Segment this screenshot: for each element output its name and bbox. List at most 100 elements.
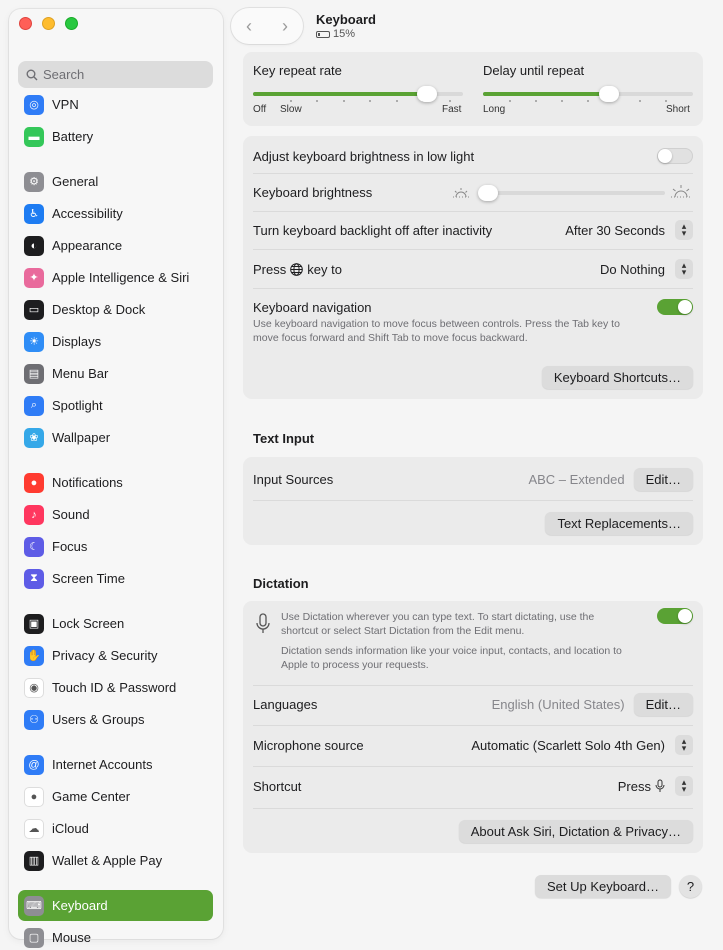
sidebar-item-general[interactable]: ⚙ General: [18, 166, 213, 197]
sidebar-item-touch-id-password[interactable]: ◉ Touch ID & Password: [18, 672, 213, 703]
key-repeat-knob[interactable]: [417, 86, 437, 102]
minimize-window-button[interactable]: [42, 17, 55, 30]
backlight-off-select[interactable]: After 30 Seconds ▴ ▾: [565, 220, 693, 240]
sidebar-item-label: VPN: [52, 97, 79, 112]
sidebar-item-label: Accessibility: [52, 206, 123, 221]
notifications-icon: ●: [24, 472, 44, 493]
delay-tick-long: Long: [483, 104, 506, 115]
help-button[interactable]: ?: [679, 875, 702, 898]
sidebar-item-mouse[interactable]: ▢ Mouse: [18, 922, 213, 950]
text-replacements-button[interactable]: Text Replacements…: [545, 512, 693, 535]
low-light-toggle[interactable]: [657, 148, 693, 164]
brightness-high-icon: [671, 185, 691, 198]
key-repeat-card: Key repeat rate Off Slow Fast Delay unti…: [243, 52, 703, 126]
sidebar-item-menu-bar[interactable]: ▤ Menu Bar: [18, 358, 213, 389]
about-dictation-privacy-button[interactable]: About Ask Siri, Dictation & Privacy…: [458, 820, 693, 843]
keyboard-brightness-slider[interactable]: [478, 185, 665, 201]
delay-repeat-slider[interactable]: [483, 86, 693, 102]
set-up-keyboard-button[interactable]: Set Up Keyboard…: [534, 875, 671, 898]
backlight-off-label: Turn keyboard backlight off after inacti…: [253, 222, 493, 238]
sidebar-item-label: Notifications: [52, 475, 123, 490]
search-placeholder: Search: [43, 67, 85, 82]
sidebar-item-label: iCloud: [52, 821, 89, 836]
back-arrow-icon[interactable]: ‹: [246, 16, 252, 37]
vpn-icon: ◎: [24, 94, 44, 115]
dictation-toggle[interactable]: [657, 608, 693, 624]
close-window-button[interactable]: [19, 17, 32, 30]
sidebar-item-appearance[interactable]: ◐ Appearance: [18, 230, 213, 261]
delay-tick-short: Short: [666, 104, 690, 115]
delay-repeat-knob[interactable]: [599, 86, 619, 102]
sidebar-item-label: Internet Accounts: [52, 757, 153, 772]
sidebar-item-desktop-dock[interactable]: ▭ Desktop & Dock: [18, 294, 213, 325]
forward-arrow-icon[interactable]: ›: [282, 16, 288, 37]
sidebar-item-label: Wallet & Apple Pay: [52, 853, 163, 868]
sidebar-item-accessibility[interactable]: ♿ Accessibility: [18, 198, 213, 229]
display-icon: ☀: [24, 331, 44, 352]
siri-icon: ✦: [24, 267, 44, 288]
microphone-icon: [256, 613, 270, 633]
sidebar-item-privacy-security[interactable]: ✋ Privacy & Security: [18, 640, 213, 671]
sidebar-item-vpn[interactable]: ◎ VPN: [18, 89, 213, 120]
sidebar-item-label: Game Center: [52, 789, 131, 804]
users-icon: ⚇: [24, 709, 44, 730]
microphone-source-select[interactable]: Automatic (Scarlett Solo 4th Gen) ▴ ▾: [471, 735, 693, 755]
sidebar-item-internet-accounts[interactable]: @ Internet Accounts: [18, 749, 213, 780]
sidebar-item-label: Lock Screen: [52, 616, 125, 631]
languages-label: Languages: [253, 696, 318, 712]
battery-icon: [316, 30, 330, 38]
microphone-source-value: Automatic (Scarlett Solo 4th Gen): [471, 737, 665, 753]
keyboard-brightness-knob[interactable]: [478, 185, 498, 201]
gear-icon: ⚙: [24, 171, 44, 192]
sidebar-item-label: Users & Groups: [52, 712, 145, 727]
appearance-icon: ◐: [24, 235, 44, 256]
sidebar-item-battery[interactable]: ▬ Battery: [18, 121, 213, 152]
sidebar-item-focus[interactable]: ☾ Focus: [18, 531, 213, 562]
languages-value: English (United States): [491, 696, 625, 712]
sidebar-item-notifications[interactable]: ● Notifications: [18, 467, 213, 498]
key-repeat-slider[interactable]: [253, 86, 463, 102]
sidebar-item-label: Mouse: [52, 930, 92, 945]
key-repeat-label: Key repeat rate: [253, 63, 342, 78]
keyboard-shortcuts-button[interactable]: Keyboard Shortcuts…: [541, 366, 693, 389]
sidebar-item-screen-time[interactable]: ⧗ Screen Time: [18, 563, 213, 594]
sidebar-item-icloud[interactable]: ☁ iCloud: [18, 813, 213, 844]
sidebar-item-displays[interactable]: ☀ Displays: [18, 326, 213, 357]
page-title: Keyboard: [316, 12, 376, 27]
wallpaper-icon: ❀: [24, 427, 44, 448]
sidebar-item-users-groups[interactable]: ⚇ Users & Groups: [18, 704, 213, 735]
press-key-select[interactable]: Do Nothing ▴ ▾: [600, 259, 693, 279]
shortcut-value: Press: [617, 778, 651, 794]
navigation-buttons: ‹ ›: [231, 8, 303, 44]
accessibility-icon: ♿: [24, 203, 44, 224]
text-input-card: Input Sources ABC – Extended Edit… Text …: [243, 457, 703, 545]
sidebar-item-label: Focus: [52, 539, 88, 554]
low-light-label: Adjust keyboard brightness in low light: [253, 148, 475, 164]
battery-percent: 15%: [333, 28, 356, 40]
sidebar-item-game-center[interactable]: ● Game Center: [18, 781, 213, 812]
dictation-card: Use Dictation wherever you can type text…: [243, 601, 703, 853]
lock-icon: ▣: [24, 613, 44, 634]
input-sources-edit-button[interactable]: Edit…: [633, 467, 693, 491]
sidebar-item-spotlight[interactable]: ⌕ Spotlight: [18, 390, 213, 421]
sidebar-item-apple-intelligence-siri[interactable]: ✦ Apple Intelligence & Siri: [18, 262, 213, 293]
globe-icon: [290, 262, 304, 276]
zoom-window-button[interactable]: [65, 17, 78, 30]
menu-bar-icon: ▤: [24, 363, 44, 384]
sidebar-item-lock-screen[interactable]: ▣ Lock Screen: [18, 608, 213, 639]
chevron-updown-icon: ▴ ▾: [675, 220, 693, 240]
sidebar-item-keyboard[interactable]: ⌨ Keyboard: [18, 890, 213, 921]
keyboard-navigation-description: Use keyboard navigation to move focus be…: [253, 318, 620, 344]
keyboard-navigation-toggle[interactable]: [657, 299, 693, 315]
sidebar-search-input[interactable]: Search: [18, 61, 213, 88]
sidebar-item-wallpaper[interactable]: ❀ Wallpaper: [18, 422, 213, 453]
delay-repeat-label: Delay until repeat: [483, 63, 585, 78]
chevron-updown-icon: ▴ ▾: [675, 259, 693, 279]
shortcut-select[interactable]: Press ▴ ▾: [618, 776, 693, 796]
sidebar-item-label: Desktop & Dock: [52, 302, 146, 317]
wallet-icon: ▥: [24, 850, 44, 871]
sidebar-item-wallet-apple-pay[interactable]: ▥ Wallet & Apple Pay: [18, 845, 213, 876]
sidebar-item-sound[interactable]: ♪ Sound: [18, 499, 213, 530]
languages-edit-button[interactable]: Edit…: [633, 692, 693, 716]
sidebar-item-label: Appearance: [52, 238, 123, 253]
